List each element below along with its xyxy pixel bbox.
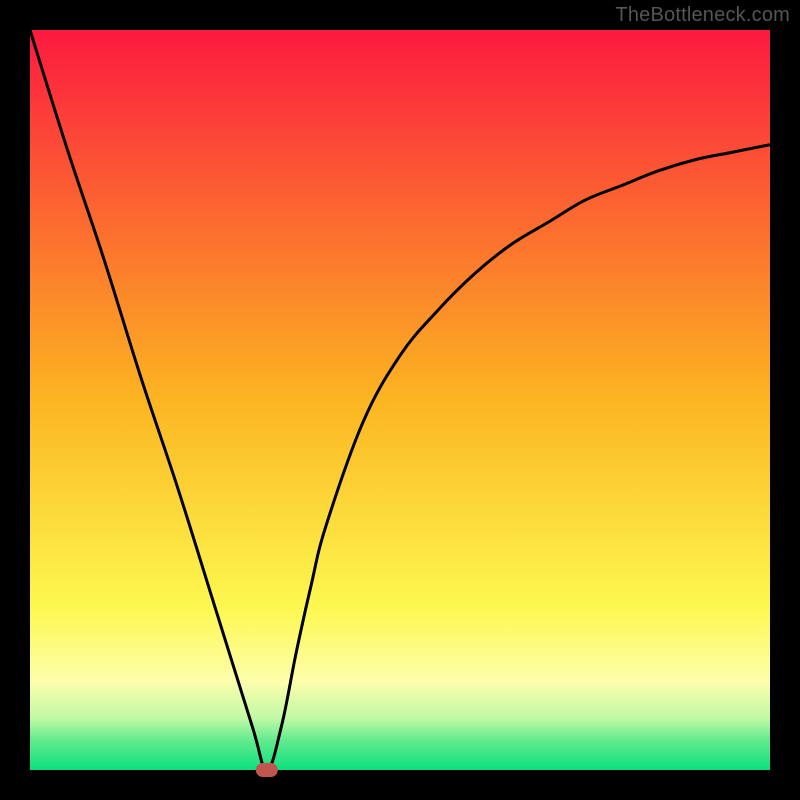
watermark-text: TheBottleneck.com (615, 4, 790, 27)
chart-plot-bg (30, 30, 770, 770)
bottleneck-chart (0, 0, 800, 800)
min-marker (256, 763, 278, 777)
chart-container: TheBottleneck.com (0, 0, 800, 800)
